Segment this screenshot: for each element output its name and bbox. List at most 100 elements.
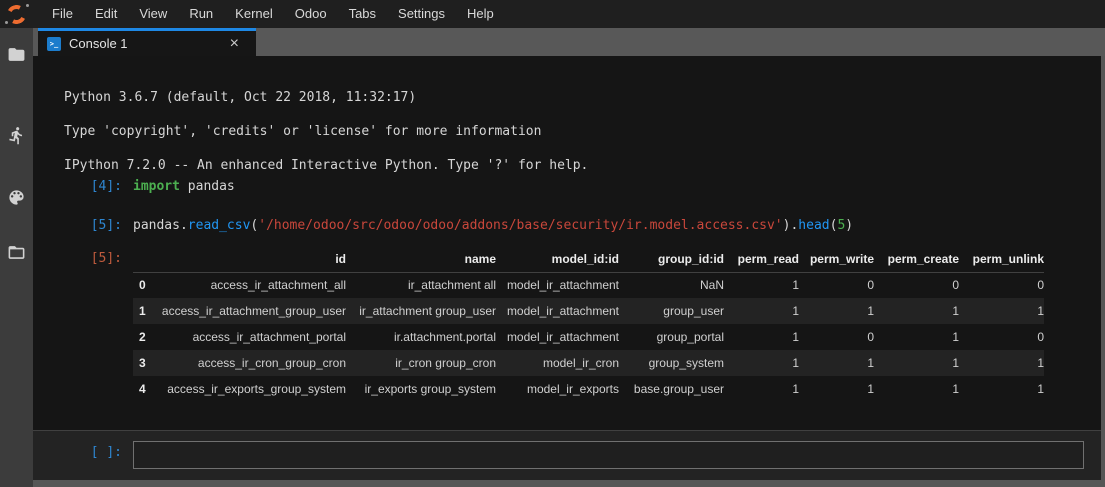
cell: 1 (724, 376, 799, 402)
cell: 0 (799, 324, 874, 350)
console-input-area: [ ]: (33, 430, 1101, 480)
row-index: 2 (133, 324, 155, 350)
menu-bar: File Edit View Run Kernel Odoo Tabs Sett… (0, 0, 1105, 28)
cell: model_ir_attachment (496, 298, 619, 324)
column-header: name (346, 246, 496, 272)
menu-file[interactable]: File (41, 0, 84, 28)
cell: 1 (799, 298, 874, 324)
cell: 0 (799, 272, 874, 298)
code-cell-4[interactable]: [4]: import pandas (33, 179, 1101, 194)
code-token: '/home/odoo/src/odoo/odoo/addons/base/se… (258, 218, 782, 233)
cell: 0 (959, 324, 1044, 350)
cell: access_ir_exports_group_system (155, 376, 346, 402)
column-header: perm_read (724, 246, 799, 272)
running-sessions-icon[interactable] (0, 123, 33, 147)
column-header: id (155, 246, 346, 272)
dataframe-table: id name model_id:id group_id:id perm_rea… (133, 246, 1044, 402)
cell: 1 (874, 324, 959, 350)
cell: 0 (874, 272, 959, 298)
code-token: ) (845, 218, 853, 233)
code-line: pandas.read_csv('/home/odoo/src/odoo/odo… (133, 218, 853, 233)
bottom-edge-strip (33, 480, 1105, 487)
cell: 1 (874, 376, 959, 402)
index-header (133, 246, 155, 272)
cell: group_user (619, 298, 724, 324)
cell: access_ir_attachment_group_user (155, 298, 346, 324)
banner-line: IPython 7.2.0 -- An enhanced Interactive… (64, 158, 588, 173)
file-browser-icon[interactable] (0, 42, 33, 66)
cell: 1 (799, 350, 874, 376)
row-index: 4 (133, 376, 155, 402)
cell: 1 (959, 298, 1044, 324)
banner-line: Type 'copyright', 'credits' or 'license'… (64, 124, 541, 139)
cell: 1 (959, 350, 1044, 376)
logo-ring-icon (5, 3, 29, 27)
menu-help[interactable]: Help (456, 0, 505, 28)
menu-tabs[interactable]: Tabs (338, 0, 387, 28)
cell: ir_cron group_cron (346, 350, 496, 376)
menu-settings[interactable]: Settings (387, 0, 456, 28)
tab-console-1[interactable]: >_ Console 1 × (38, 28, 256, 56)
code-cell-5[interactable]: [5]: pandas.read_csv('/home/odoo/src/odo… (33, 218, 1101, 233)
table-row: 2 access_ir_attachment_portal ir.attachm… (133, 324, 1044, 350)
menu-kernel[interactable]: Kernel (224, 0, 284, 28)
output-cell-5: [5]: id name model_id:id group_id:id per… (33, 246, 1101, 402)
cell: ir_attachment group_user (346, 298, 496, 324)
tab-label: Console 1 (69, 36, 230, 51)
menu-edit[interactable]: Edit (84, 0, 128, 28)
odoo-sh-logo-icon (0, 0, 33, 28)
cell: 1 (724, 272, 799, 298)
cell: model_ir_attachment (496, 272, 619, 298)
palette-icon[interactable] (0, 185, 33, 209)
open-tabs-icon[interactable] (0, 240, 33, 264)
column-header: perm_unlink (959, 246, 1044, 272)
pending-input-prompt: [ ]: (33, 431, 133, 480)
left-sidebar (0, 28, 33, 487)
logo-dot-icon (5, 21, 8, 24)
input-prompt: [5]: (33, 218, 133, 233)
cell: 1 (874, 298, 959, 324)
column-header: model_id:id (496, 246, 619, 272)
table-row: 3 access_ir_cron_group_cron ir_cron grou… (133, 350, 1044, 376)
cell: 1 (874, 350, 959, 376)
menu-odoo[interactable]: Odoo (284, 0, 338, 28)
code-token: import (133, 179, 180, 194)
code-token: pandas (180, 179, 235, 194)
output-prompt: [5]: (33, 246, 133, 402)
cell: 1 (724, 350, 799, 376)
code-token: pandas. (133, 218, 188, 233)
jupyterlab-window: File Edit View Run Kernel Odoo Tabs Sett… (0, 0, 1105, 487)
cell: group_portal (619, 324, 724, 350)
cell: access_ir_cron_group_cron (155, 350, 346, 376)
table-row: 4 access_ir_exports_group_system ir_expo… (133, 376, 1044, 402)
logo-dot-icon (26, 4, 29, 7)
cell: ir_exports group_system (346, 376, 496, 402)
row-index: 3 (133, 350, 155, 376)
column-header: group_id:id (619, 246, 724, 272)
menu-view[interactable]: View (128, 0, 178, 28)
right-edge-strip (1101, 56, 1105, 487)
cell: base.group_user (619, 376, 724, 402)
close-icon[interactable]: × (230, 37, 239, 51)
code-line: import pandas (133, 179, 235, 194)
column-header: perm_create (874, 246, 959, 272)
cell: access_ir_attachment_portal (155, 324, 346, 350)
cell: model_ir_cron (496, 350, 619, 376)
menu-run[interactable]: Run (178, 0, 224, 28)
cell: ir_attachment all (346, 272, 496, 298)
code-token: read_csv (188, 218, 251, 233)
row-index: 1 (133, 298, 155, 324)
table-header-row: id name model_id:id group_id:id perm_rea… (133, 246, 1044, 272)
code-token: head (798, 218, 829, 233)
cell: 0 (959, 272, 1044, 298)
table-row: 0 access_ir_attachment_all ir_attachment… (133, 272, 1044, 298)
input-prompt: [4]: (33, 179, 133, 194)
menu-items: File Edit View Run Kernel Odoo Tabs Sett… (41, 0, 505, 28)
table-row: 1 access_ir_attachment_group_user ir_att… (133, 298, 1044, 324)
cell: ir.attachment.portal (346, 324, 496, 350)
cell: 1 (799, 376, 874, 402)
column-header: perm_write (799, 246, 874, 272)
console-input[interactable] (133, 441, 1084, 469)
banner-line: Python 3.6.7 (default, Oct 22 2018, 11:3… (64, 90, 416, 105)
kernel-banner: Python 3.6.7 (default, Oct 22 2018, 11:3… (64, 89, 588, 174)
